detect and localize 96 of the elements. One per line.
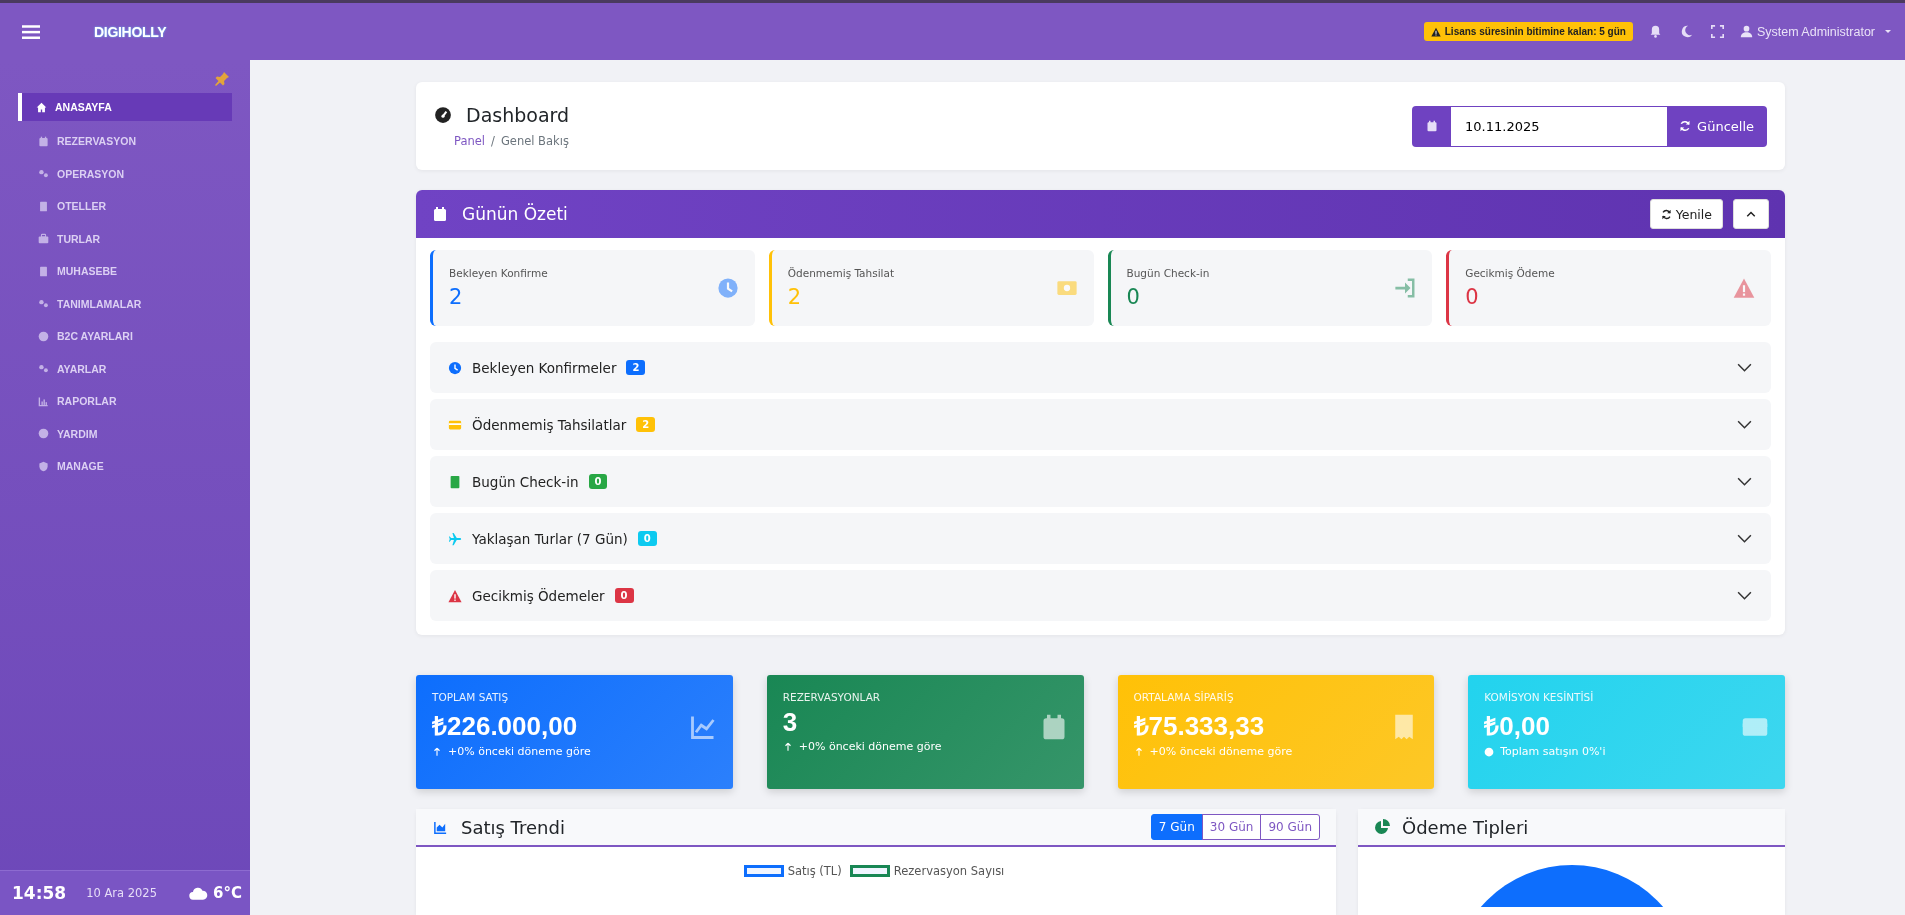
stat-label: Bugün Check-in (1126, 267, 1210, 279)
section-title: Gecikmiş Ödemeler (472, 587, 605, 604)
menu-button[interactable] (22, 22, 40, 41)
range-button[interactable]: 30 Gün (1201, 814, 1262, 840)
arrow-up-icon (782, 741, 793, 752)
sidebar-item[interactable]: REZERVASYON (18, 125, 232, 158)
circle-icon (38, 428, 49, 440)
stat-value: 0 (1126, 285, 1141, 309)
accordion-header[interactable]: Bugün Check-in 0 (430, 456, 1771, 507)
accordion-header[interactable]: Gecikmiş Ödemeler 0 (430, 570, 1771, 621)
section-title: Yaklaşan Turlar (7 Gün) (472, 530, 628, 547)
collapse-button[interactable] (1733, 199, 1769, 229)
home-icon (36, 101, 47, 113)
section-title: Ödenmemiş Tahsilatlar (472, 416, 627, 433)
accordion-header[interactable]: Bekleyen Konfirmeler 2 (430, 342, 1771, 393)
warning-icon (1733, 277, 1755, 299)
count-badge: 0 (588, 474, 608, 489)
kpi-value: ₺0,00 (1484, 710, 1551, 743)
clock-date: 10 Ara 2025 (86, 886, 157, 900)
section-title: Bugün Check-in (472, 473, 579, 490)
chart-title: Ödeme Tipleri (1402, 816, 1529, 838)
kpi-label: KOMİSYON KESİNTİSİ (1484, 691, 1595, 703)
pin-icon[interactable] (214, 71, 230, 87)
range-button[interactable]: 90 Gün (1260, 814, 1320, 840)
kpi-value: ₺75.333,33 (1133, 710, 1266, 743)
sidebar-item[interactable]: YARDIM (18, 417, 232, 450)
arrow-up-icon (1133, 746, 1144, 757)
calendar-icon (432, 206, 448, 222)
sidebar-item[interactable]: OTELLER (18, 190, 232, 223)
brand-logo[interactable]: DIGIHOLLY (94, 23, 167, 40)
count-badge: 2 (636, 417, 656, 432)
stat-value: 0 (1465, 285, 1480, 309)
info-icon (1484, 746, 1495, 757)
count-badge: 0 (637, 531, 657, 546)
clock-icon (716, 277, 739, 299)
sidebar-item[interactable]: MANAGE (18, 450, 232, 483)
sidebar-item[interactable]: TANIMLAMALAR (18, 287, 232, 320)
kpi-note: Toplam satışın 0%'i (1500, 745, 1606, 758)
refresh-icon (1660, 208, 1672, 220)
kpi-note: +0% önceki döneme göre (1149, 745, 1293, 758)
user-menu-button[interactable]: System Administrator (1739, 24, 1891, 39)
license-text: Lisans süresinin bitimine kalan: 5 gün (1444, 26, 1626, 37)
sidebar-item[interactable]: TURLAR (18, 222, 232, 255)
warning-icon (1430, 26, 1441, 37)
refresh-button[interactable]: Yenile (1649, 199, 1723, 229)
sidebar-item[interactable]: AYARLAR (18, 352, 232, 385)
breadcrumb-separator: / (491, 134, 495, 148)
clock-icon (448, 360, 462, 375)
sign-in-icon (1394, 277, 1417, 299)
stat-value: 2 (787, 285, 803, 309)
user-icon (1739, 25, 1753, 38)
count-badge: 0 (614, 588, 634, 603)
accordion-header[interactable]: Ödenmemiş Tahsilatlar 2 (430, 399, 1771, 450)
kpi-label: REZERVASYONLAR (782, 691, 882, 703)
section-title: Bekleyen Konfirmeler (472, 359, 617, 376)
breadcrumb-current: Genel Bakış (500, 134, 569, 148)
clock-time: 14:58 (12, 883, 67, 903)
kpi-value: ₺226.000,00 (432, 710, 579, 743)
temperature: 6°C (213, 884, 242, 902)
chart-title: Satış Trendi (461, 816, 565, 838)
pie-chart-icon (1374, 819, 1390, 835)
briefcase-icon (38, 233, 49, 245)
shield-icon (38, 460, 49, 472)
sidebar-item[interactable]: RAPORLAR (18, 385, 232, 418)
sidebar-item[interactable]: ANASAYFA (18, 93, 232, 121)
count-badge: 2 (626, 360, 646, 375)
sidebar-item[interactable]: B2C AYARLARI (18, 320, 232, 353)
kpi-value: 3 (782, 707, 799, 738)
bar-chart-icon (38, 395, 49, 407)
plane-icon (448, 531, 462, 546)
date-field[interactable]: 10.11.2025 (1451, 106, 1668, 146)
legend-label: Rezervasyon Sayısı (893, 864, 1005, 878)
gauge-icon (434, 106, 452, 124)
page-title: Dashboard (466, 104, 570, 126)
area-chart-icon (432, 819, 449, 835)
stat-label: Bekleyen Konfirme (449, 267, 548, 279)
range-button[interactable]: 7 Gün (1150, 814, 1203, 840)
kpi-note: +0% önceki döneme göre (448, 745, 591, 758)
breadcrumb-link[interactable]: Panel (454, 134, 486, 148)
fullscreen-button[interactable] (1708, 23, 1726, 40)
warning-icon (448, 588, 462, 603)
stat-value: 2 (449, 285, 464, 309)
summary-title: Günün Özeti (462, 204, 568, 224)
refresh-icon (1679, 120, 1692, 132)
stat-label: Gecikmiş Ödeme (1465, 267, 1555, 279)
kpi-label: ORTALAMA SİPARİŞ (1133, 691, 1235, 703)
sidebar-item[interactable]: OPERASYON (18, 157, 232, 190)
kpi-label: TOPLAM SATIŞ (432, 691, 510, 703)
arrow-up-icon (432, 746, 442, 757)
sidebar-item[interactable]: MUHASEBE (18, 255, 232, 288)
stat-label: Ödenmemiş Tahsilat (787, 267, 895, 279)
calendar-icon (1426, 120, 1439, 132)
calendar-icon (38, 135, 49, 147)
accordion-header[interactable]: Yaklaşan Turlar (7 Gün) 0 (430, 513, 1771, 564)
legend-label: Satış (TL) (787, 864, 842, 878)
kpi-note: +0% önceki döneme göre (798, 740, 942, 753)
